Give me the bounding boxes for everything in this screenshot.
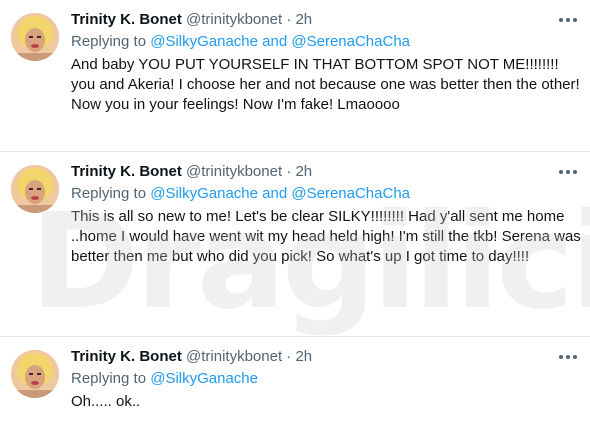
tweet-text: Oh..... ok.. (71, 393, 141, 410)
timestamp[interactable]: 2h (295, 163, 312, 180)
replying-to: Replying to @SilkyGanache (71, 369, 258, 389)
tweet-text: This is all so new to me! Let's be clear… (71, 208, 581, 265)
mention-link[interactable]: @SilkyGanache (150, 370, 258, 387)
more-options-icon[interactable] (556, 8, 580, 32)
replying-prefix: Replying to (71, 185, 147, 202)
display-name[interactable]: Trinity K. Bonet (71, 163, 182, 180)
replying-to: Replying to @SilkyGanache and @SerenaCha… (71, 184, 410, 204)
avatar[interactable] (11, 13, 59, 61)
avatar-image (11, 13, 59, 61)
separator-dot: · (286, 11, 292, 28)
more-options-icon[interactable] (556, 160, 580, 184)
tweet-thread: Dragilicious Trinity K. Bonet @trinitykb… (0, 0, 590, 432)
avatar[interactable] (11, 165, 59, 213)
replying-to: Replying to @SilkyGanache and @SerenaCha… (71, 32, 410, 52)
mention-link[interactable]: @SilkyGanache (150, 185, 258, 202)
tweet-header: Trinity K. Bonet @trinitykbonet · 2h (71, 10, 312, 30)
mention-link[interactable]: @SerenaChaCha (291, 33, 410, 50)
separator-dot: · (286, 348, 292, 365)
replying-prefix: Replying to (71, 33, 147, 50)
tweet-header: Trinity K. Bonet @trinitykbonet · 2h (71, 347, 312, 367)
display-name[interactable]: Trinity K. Bonet (71, 348, 182, 365)
avatar[interactable] (11, 350, 59, 398)
display-name[interactable]: Trinity K. Bonet (71, 11, 182, 28)
more-options-icon[interactable] (556, 345, 580, 369)
mention-link[interactable]: @SilkyGanache (150, 33, 258, 50)
user-handle[interactable]: @trinitykbonet (186, 11, 282, 28)
tweet-header: Trinity K. Bonet @trinitykbonet · 2h (71, 162, 312, 182)
tweet[interactable]: Trinity K. Bonet @trinitykbonet · 2h Rep… (0, 337, 590, 432)
user-handle[interactable]: @trinitykbonet (186, 348, 282, 365)
timestamp[interactable]: 2h (295, 11, 312, 28)
mention-and: and (262, 185, 288, 202)
mention-and: and (262, 33, 288, 50)
tweet[interactable]: Trinity K. Bonet @trinitykbonet · 2h Rep… (0, 152, 590, 337)
timestamp[interactable]: 2h (295, 348, 312, 365)
tweet-text: And baby YOU PUT YOURSELF IN THAT BOTTOM… (71, 56, 580, 113)
mention-link[interactable]: @SerenaChaCha (291, 185, 410, 202)
separator-dot: · (286, 163, 292, 180)
tweet[interactable]: Trinity K. Bonet @trinitykbonet · 2h Rep… (0, 0, 590, 152)
replying-prefix: Replying to (71, 370, 147, 387)
avatar-image (11, 350, 59, 398)
user-handle[interactable]: @trinitykbonet (186, 163, 282, 180)
avatar-image (11, 165, 59, 213)
